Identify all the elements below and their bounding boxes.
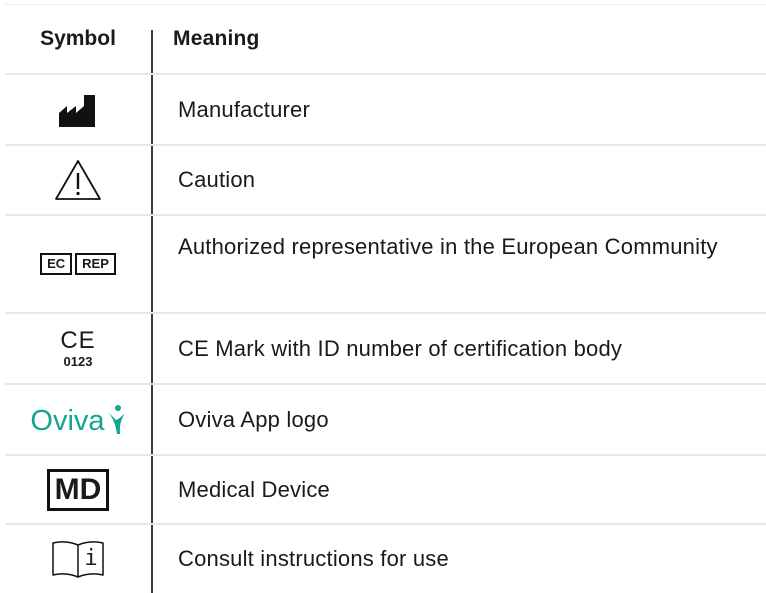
header-symbol: Symbol	[40, 27, 116, 50]
ce-mark-letters: CE	[60, 327, 96, 354]
row-meaning: Oviva App logo	[178, 406, 329, 432]
table-row: Manufacturer	[5, 75, 766, 144]
oviva-logo-figure	[107, 404, 125, 434]
row-meaning: Manufacturer	[178, 96, 311, 122]
table-row: Oviva Oviva App logo	[5, 385, 766, 454]
row-meaning: Consult instructions for use	[178, 546, 449, 571]
table-row: MD Medical Device	[5, 456, 766, 523]
ec-rep-icon: EC REP	[40, 253, 116, 275]
row-meaning: Caution	[178, 167, 256, 192]
table-row: Caution	[5, 146, 766, 214]
caution-icon	[55, 160, 101, 200]
ce-mark-number: 0123	[63, 354, 93, 369]
ce-mark-icon: CE 0123	[60, 327, 96, 369]
oviva-logo-wordmark: Oviva	[30, 404, 105, 437]
row-meaning: Medical Device	[178, 476, 330, 502]
ec-rep-icon-rep: REP	[75, 253, 116, 275]
consult-instructions-icon: i	[50, 539, 106, 579]
symbol-table: Symbol Meaning Manufacturer Caution EC R…	[0, 0, 766, 593]
header-meaning: Meaning	[173, 27, 260, 50]
ec-rep-icon-ec: EC	[40, 253, 73, 275]
table-header: Symbol Meaning	[5, 5, 766, 73]
row-meaning: Authorized representative in the Europea…	[178, 234, 718, 259]
oviva-logo-icon: Oviva	[30, 404, 125, 436]
row-meaning: CE Mark with ID number of certification …	[178, 335, 623, 361]
table-row: EC REP Authorized representative in the …	[5, 216, 766, 312]
info-letter: i	[84, 546, 98, 571]
table-row: CE 0123 CE Mark with ID number of certif…	[5, 314, 766, 383]
table-row: i Consult instructions for use	[5, 525, 766, 593]
medical-device-icon: MD	[46, 468, 110, 511]
manufacturer-icon	[59, 94, 95, 127]
